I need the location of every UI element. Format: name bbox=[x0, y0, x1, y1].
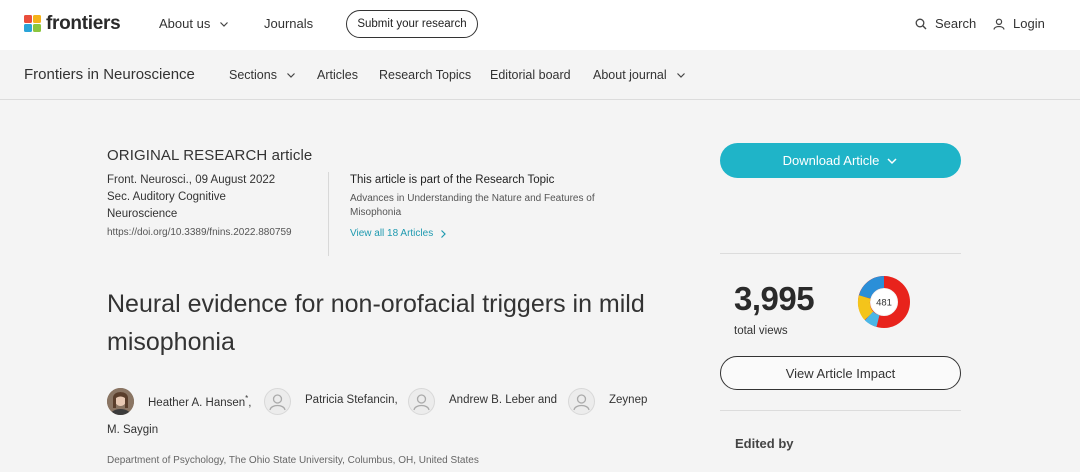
author-photo bbox=[107, 388, 134, 415]
research-topic-block: This article is part of the Research Top… bbox=[350, 172, 630, 239]
view-all-articles-link[interactable]: View all 18 Articles bbox=[350, 228, 630, 239]
author-avatar-saygin[interactable] bbox=[568, 388, 595, 415]
altmetric-score: 481 bbox=[876, 298, 892, 309]
chevron-down-icon bbox=[220, 21, 229, 27]
author-hansen[interactable]: Heather A. Hansen*, bbox=[148, 394, 252, 409]
search-icon bbox=[915, 18, 927, 29]
download-article-button[interactable]: Download Article bbox=[720, 143, 961, 178]
article-section-line2[interactable]: Neuroscience bbox=[107, 206, 317, 223]
research-topic-title-link[interactable]: Advances in Understanding the Nature and… bbox=[350, 192, 615, 220]
author-hansen-name: Heather A. Hansen bbox=[148, 396, 246, 409]
sidebar-divider bbox=[720, 253, 961, 254]
edited-by-heading: Edited by bbox=[735, 436, 794, 451]
chevron-down-icon bbox=[676, 73, 685, 78]
journal-name-link[interactable]: Frontiers in Neuroscience bbox=[24, 66, 195, 83]
search-label: Search bbox=[935, 16, 977, 31]
author-saygin-last[interactable]: M. Saygin bbox=[107, 424, 158, 436]
article-title: Neural evidence for non-orofacial trigge… bbox=[107, 290, 645, 356]
nav-journals-label: Journals bbox=[264, 16, 314, 31]
author-avatar-leber[interactable] bbox=[408, 388, 435, 415]
nav-about-us[interactable]: About us bbox=[159, 16, 229, 31]
article-meta: Front. Neurosci., 09 August 2022 Sec. Au… bbox=[107, 172, 317, 241]
user-placeholder-icon bbox=[269, 394, 286, 411]
download-article-label: Download Article bbox=[782, 153, 880, 168]
login-label: Login bbox=[1013, 16, 1045, 31]
chevron-down-icon bbox=[287, 73, 295, 78]
view-all-articles-label: View all 18 Articles bbox=[350, 228, 434, 239]
nav-about-us-label: About us bbox=[159, 16, 211, 31]
nav-articles[interactable]: Articles bbox=[317, 68, 358, 82]
user-placeholder-icon bbox=[413, 394, 430, 411]
search-button[interactable]: Search bbox=[915, 16, 976, 31]
author-saygin-first[interactable]: Zeynep bbox=[609, 394, 647, 406]
author-affiliation: Department of Psychology, The Ohio State… bbox=[107, 455, 479, 466]
chevron-right-icon bbox=[441, 229, 447, 238]
nav-about-journal-label: About journal bbox=[593, 68, 667, 82]
author-avatar-hansen[interactable] bbox=[107, 388, 134, 415]
submit-research-label: Submit your research bbox=[357, 18, 467, 30]
frontiers-logo[interactable]: frontiers bbox=[24, 13, 121, 35]
sidebar-divider-2 bbox=[720, 410, 961, 411]
total-views-label: total views bbox=[734, 325, 788, 337]
top-navbar: frontiers About us Journals Submit your … bbox=[0, 0, 1080, 50]
view-article-impact-label: View Article Impact bbox=[785, 365, 896, 381]
nav-editorial-board[interactable]: Editorial board bbox=[490, 68, 571, 82]
user-icon bbox=[993, 18, 1005, 30]
nav-sections[interactable]: Sections bbox=[229, 68, 296, 82]
journal-navbar: Frontiers in Neuroscience Sections Artic… bbox=[0, 50, 1080, 100]
submit-research-button[interactable]: Submit your research bbox=[346, 10, 478, 38]
article-section-line1[interactable]: Sec. Auditory Cognitive bbox=[107, 189, 317, 206]
author-stefancin[interactable]: Patricia Stefancin, bbox=[305, 394, 398, 406]
view-article-impact-button[interactable]: View Article Impact bbox=[720, 356, 961, 390]
total-views-count: 3,995 bbox=[734, 280, 815, 317]
nav-sections-label: Sections bbox=[229, 68, 277, 82]
nav-journals[interactable]: Journals bbox=[264, 16, 313, 31]
logo-text: frontiers bbox=[46, 13, 121, 34]
nav-research-topics[interactable]: Research Topics bbox=[379, 68, 471, 82]
chevron-down-icon bbox=[887, 157, 897, 164]
author-avatar-stefancin[interactable] bbox=[264, 388, 291, 415]
article-doi-link[interactable]: https://doi.org/10.3389/fnins.2022.88075… bbox=[107, 224, 307, 241]
author-hansen-sep: , bbox=[248, 396, 252, 409]
login-button[interactable]: Login bbox=[993, 16, 1045, 31]
nav-about-journal[interactable]: About journal bbox=[593, 68, 686, 82]
article-citation: Front. Neurosci., 09 August 2022 bbox=[107, 174, 276, 186]
frontiers-logo-icon bbox=[24, 15, 41, 32]
user-placeholder-icon bbox=[573, 394, 590, 411]
research-topic-heading: This article is part of the Research Top… bbox=[350, 174, 555, 186]
altmetric-donut-badge[interactable]: 481 bbox=[856, 274, 912, 330]
article-type: ORIGINAL RESEARCH article bbox=[107, 147, 313, 164]
author-leber[interactable]: Andrew B. Leber and bbox=[449, 394, 557, 406]
meta-divider bbox=[328, 172, 329, 256]
